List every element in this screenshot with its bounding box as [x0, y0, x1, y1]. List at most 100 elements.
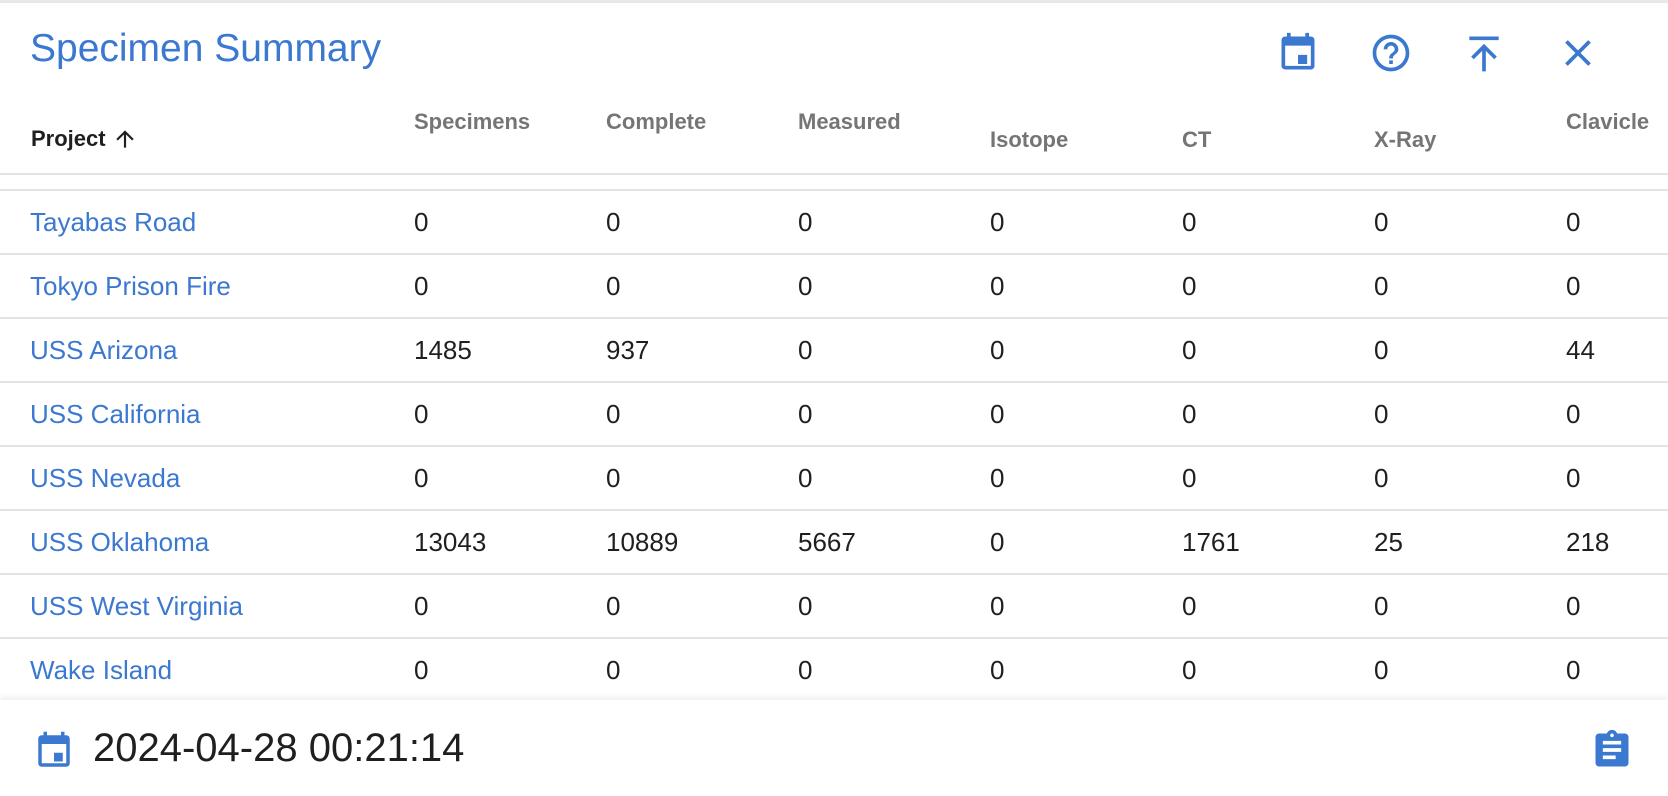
- cell-x-ray: 0: [1374, 335, 1389, 365]
- table-row: USS Nevada 0 0 0 0 0 0 0: [0, 447, 1668, 511]
- cell-x-ray: 0: [1374, 399, 1389, 429]
- cell-clavicle: 218: [1566, 527, 1610, 557]
- cell-measured: 0: [798, 271, 813, 301]
- project-link[interactable]: USS California: [30, 399, 201, 430]
- cell-clavicle: 0: [1566, 655, 1581, 685]
- copy-to-clipboard-button[interactable]: [1590, 728, 1634, 772]
- cell-ct: 0: [1182, 399, 1197, 429]
- table-row: Tayabas Road 0 0 0 0 0 0 0: [0, 191, 1668, 255]
- footer-calendar: [33, 730, 75, 772]
- table-row: USS Oklahoma 13043 10889 5667 0 1761 25 …: [0, 511, 1668, 575]
- specimen-summary-panel: Specimen Summary Project Specimens Compl…: [0, 0, 1668, 796]
- column-header-specimens[interactable]: Specimens: [414, 109, 530, 135]
- column-header-ct[interactable]: CT: [1182, 127, 1211, 153]
- cell-x-ray: 0: [1374, 271, 1389, 301]
- column-header-label: Project: [31, 126, 106, 151]
- cell-isotope: 0: [990, 655, 1005, 685]
- table-row: Tokyo Prison Fire 0 0 0 0 0 0 0: [0, 255, 1668, 319]
- project-link[interactable]: Tayabas Road: [30, 207, 196, 238]
- calendar-button[interactable]: [1276, 31, 1320, 75]
- cell-specimens: 0: [414, 271, 429, 301]
- cell-x-ray: 0: [1374, 207, 1389, 237]
- cell-specimens: 0: [414, 591, 429, 621]
- cell-specimens: 0: [414, 655, 429, 685]
- page-title: Specimen Summary: [30, 27, 382, 70]
- clipboard-icon: [1595, 729, 1629, 767]
- cell-specimens: 1485: [414, 335, 472, 365]
- close-icon: [1565, 40, 1591, 66]
- cell-clavicle: 0: [1566, 399, 1581, 429]
- cell-x-ray: 25: [1374, 527, 1403, 557]
- cell-complete: 0: [606, 655, 621, 685]
- footer-bar: 2024-04-28 00:21:14: [0, 700, 1668, 796]
- cell-isotope: 0: [990, 591, 1005, 621]
- cell-clavicle: 0: [1566, 463, 1581, 493]
- cell-complete: 937: [606, 335, 650, 365]
- cell-complete: 0: [606, 463, 621, 493]
- cell-specimens: 13043: [414, 527, 487, 557]
- cell-ct: 1761: [1182, 527, 1240, 557]
- cell-isotope: 0: [990, 271, 1005, 301]
- column-header-clavicle[interactable]: Clavicle: [1566, 109, 1649, 135]
- column-header-isotope[interactable]: Isotope: [990, 127, 1068, 153]
- cell-isotope: 0: [990, 207, 1005, 237]
- cell-ct: 0: [1182, 655, 1197, 685]
- cell-ct: 0: [1182, 591, 1197, 621]
- cell-complete: 0: [606, 207, 621, 237]
- cell-ct: 0: [1182, 271, 1197, 301]
- cell-x-ray: 0: [1374, 591, 1389, 621]
- scroll-to-top-button[interactable]: [1462, 31, 1506, 75]
- cell-ct: 0: [1182, 335, 1197, 365]
- cell-x-ray: 0: [1374, 463, 1389, 493]
- table-row: USS California 0 0 0 0 0 0 0: [0, 383, 1668, 447]
- column-header-complete[interactable]: Complete: [606, 109, 706, 135]
- help-button[interactable]: [1369, 31, 1413, 75]
- cell-measured: 0: [798, 655, 813, 685]
- sort-ascending-icon: [115, 130, 134, 148]
- cell-ct: 0: [1182, 207, 1197, 237]
- cell-measured: 0: [798, 591, 813, 621]
- cell-clavicle: 0: [1566, 207, 1581, 237]
- cell-isotope: 0: [990, 527, 1005, 557]
- table-row: Wake Island 0 0 0 0 0 0 0: [0, 639, 1668, 703]
- table-header: Project Specimens Complete Measured Isot…: [0, 103, 1668, 175]
- project-link[interactable]: USS West Virginia: [30, 591, 243, 622]
- close-button[interactable]: [1556, 31, 1600, 75]
- cell-complete: 10889: [606, 527, 679, 557]
- cell-clavicle: 44: [1566, 335, 1595, 365]
- project-link[interactable]: Tokyo Prison Fire: [30, 271, 231, 302]
- cell-complete: 0: [606, 399, 621, 429]
- cell-ct: 0: [1182, 463, 1197, 493]
- help-icon: [1372, 34, 1410, 72]
- column-header-project[interactable]: Project: [31, 126, 138, 152]
- project-link[interactable]: USS Nevada: [30, 463, 180, 494]
- cell-isotope: 0: [990, 463, 1005, 493]
- cell-specimens: 0: [414, 463, 429, 493]
- project-link[interactable]: USS Oklahoma: [30, 527, 209, 558]
- cell-x-ray: 0: [1374, 655, 1389, 685]
- column-header-x-ray[interactable]: X-Ray: [1374, 127, 1436, 153]
- cell-complete: 0: [606, 271, 621, 301]
- scroll-to-top-icon: [1469, 36, 1499, 72]
- project-link[interactable]: USS Arizona: [30, 335, 177, 366]
- table-row: USS Arizona 1485 937 0 0 0 0 44: [0, 319, 1668, 383]
- cell-clavicle: 0: [1566, 591, 1581, 621]
- cell-measured: 0: [798, 335, 813, 365]
- column-header-measured[interactable]: Measured: [798, 109, 901, 135]
- cell-isotope: 0: [990, 335, 1005, 365]
- project-link[interactable]: Wake Island: [30, 655, 172, 686]
- cell-complete: 0: [606, 591, 621, 621]
- table-row: USS West Virginia 0 0 0 0 0 0 0: [0, 575, 1668, 639]
- cell-specimens: 0: [414, 207, 429, 237]
- cell-clavicle: 0: [1566, 271, 1581, 301]
- cell-measured: 5667: [798, 527, 856, 557]
- calendar-icon: [38, 731, 70, 767]
- cell-measured: 0: [798, 399, 813, 429]
- cell-measured: 0: [798, 463, 813, 493]
- timestamp: 2024-04-28 00:21:14: [93, 726, 465, 770]
- cell-isotope: 0: [990, 399, 1005, 429]
- cell-measured: 0: [798, 207, 813, 237]
- calendar-icon: [1281, 32, 1315, 70]
- table-body: Tayabas Road 0 0 0 0 0 0 0 Tokyo Prison …: [0, 191, 1668, 703]
- cell-specimens: 0: [414, 399, 429, 429]
